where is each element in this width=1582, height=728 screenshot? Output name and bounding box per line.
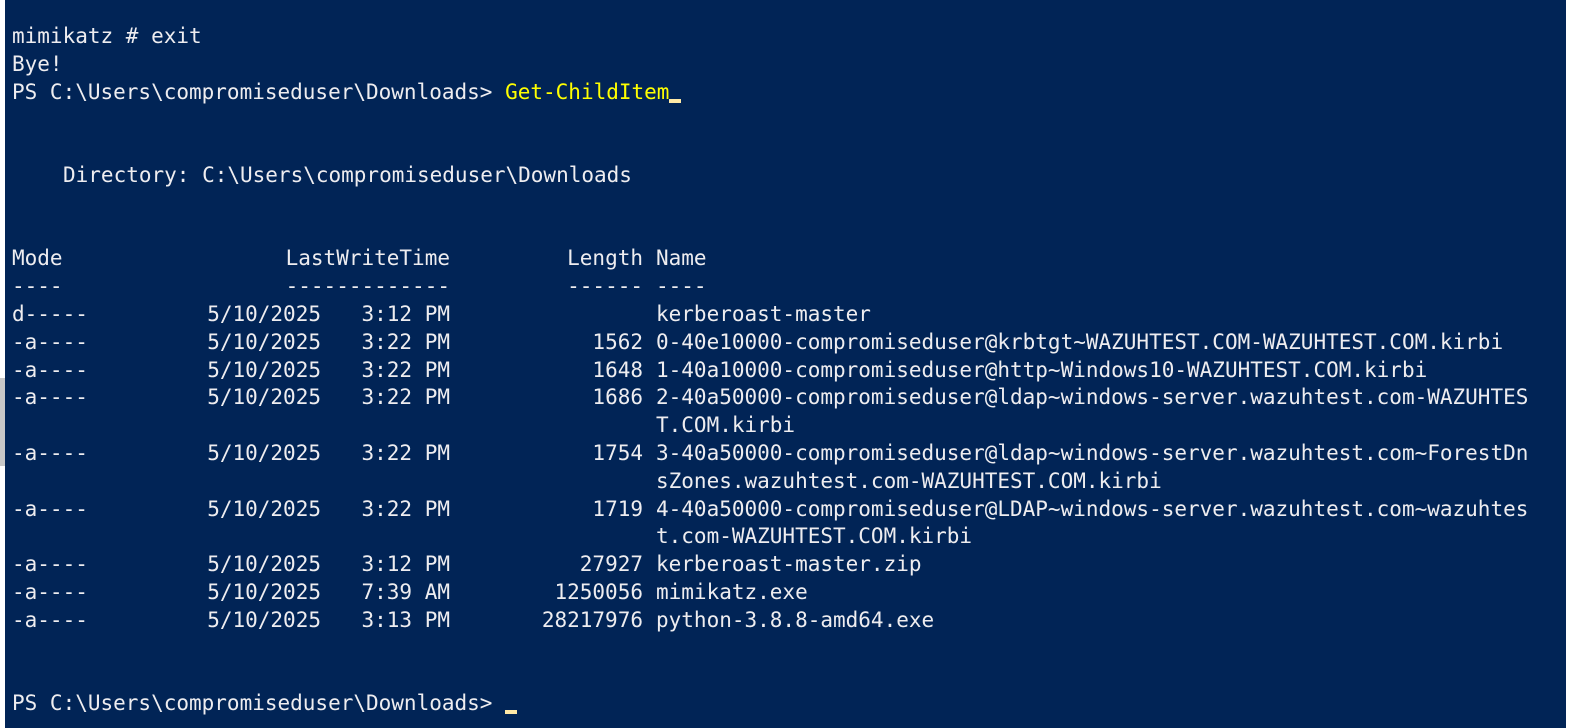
table-row: -a---- 5/10/2025 3:13 PM 28217976 python-3.8… [12,607,1562,635]
underline-mode: ---- [12,274,63,299]
cell-mode: -a---- [12,607,88,632]
cell-name: python-3.8.8-amd64.exe [656,607,935,632]
table-row-continuation: T.COM.kirbi [12,412,1562,440]
cell-length: 1754 [592,440,643,465]
cell-name-wrap: sZones.wazuhtest.com-WAZUHTEST.COM.kirbi [656,468,1162,493]
table-row-continuation: t.com-WAZUHTEST.COM.kirbi [12,523,1562,551]
command-line: PS C:\Users\compromiseduser\Downloads> G… [12,79,1562,107]
header-lastwritetime: LastWriteTime [285,246,450,271]
cell-date: 5/10/2025 [207,440,321,465]
directory-label: Directory: C:\Users\compromiseduser\Down… [63,162,632,187]
table-row: -a---- 5/10/2025 3:22 PM 1719 4-40a50000-com… [12,496,1562,524]
cell-length: 1250056 [554,579,643,604]
table-row-continuation: sZones.wazuhtest.com-WAZUHTEST.COM.kirbi [12,468,1562,496]
left-window-edge [0,0,5,728]
cell-mode: -a---- [12,579,88,604]
cell-date: 5/10/2025 [207,301,321,326]
left-scroll-marker [0,378,5,466]
prompt: PS C:\Users\compromiseduser\Downloads> [12,691,493,716]
powershell-console[interactable]: mimikatz # exit Bye! PS C:\Users\comprom… [12,23,1562,723]
cell-mode: -a---- [12,357,88,382]
cell-length: 27927 [579,552,643,577]
table-row: d----- 5/10/2025 3:12 PM kerberoast-master [12,301,1562,329]
cell-name: 3-40a50000-compromiseduser@ldap~windows-… [656,440,1529,465]
cell-name: kerberoast-master [656,301,871,326]
underline-name: ---- [656,274,707,299]
cell-time: 3:22 PM [361,385,450,410]
cell-name: 4-40a50000-compromiseduser@LDAP~windows-… [656,496,1529,521]
cell-time: 3:22 PM [361,329,450,354]
cell-name: 2-40a50000-compromiseduser@ldap~windows-… [656,385,1529,410]
cell-mode: -a---- [12,329,88,354]
table-row: -a---- 5/10/2025 3:22 PM 1648 1-40a10000-com… [12,357,1562,385]
prompt: PS C:\Users\compromiseduser\Downloads> [12,79,493,104]
cell-date: 5/10/2025 [207,607,321,632]
cell-date: 5/10/2025 [207,496,321,521]
cell-time: 3:13 PM [361,607,450,632]
cell-mode: -a---- [12,496,88,521]
file-listing: d----- 5/10/2025 3:12 PM kerberoast-master -… [12,301,1562,635]
cell-time: 3:12 PM [361,301,450,326]
table-row: -a---- 5/10/2025 3:12 PM 27927 kerberoast-ma… [12,551,1562,579]
table-header-underline: ---- ------------- ------ ---- [12,273,1562,301]
cell-mode: -a---- [12,385,88,410]
prompt-line: PS C:\Users\compromiseduser\Downloads> [12,690,1562,718]
cell-name-wrap: T.COM.kirbi [656,413,796,438]
cell-time: 3:12 PM [361,552,450,577]
cell-time: 3:22 PM [361,440,450,465]
cell-time: 3:22 PM [361,496,450,521]
table-row: -a---- 5/10/2025 3:22 PM 1562 0-40e10000-com… [12,329,1562,357]
command-text: Get-ChildItem [505,79,670,104]
cell-time: 7:39 AM [361,579,450,604]
cell-date: 5/10/2025 [207,329,321,354]
cell-mode: -a---- [12,552,88,577]
directory-line: Directory: C:\Users\compromiseduser\Down… [12,162,1562,190]
cursor-icon [669,98,682,103]
underline-lastwritetime: ------------- [285,274,450,299]
cell-mode: -a---- [12,440,88,465]
right-window-edge [1566,0,1582,728]
header-name: Name [656,246,707,271]
table-header: Mode LastWriteTime Length Name [12,245,1562,273]
cell-length: 28217976 [541,607,643,632]
cell-date: 5/10/2025 [207,385,321,410]
cell-time: 3:22 PM [361,357,450,382]
cell-mode: d----- [12,301,88,326]
table-row: -a---- 5/10/2025 3:22 PM 1754 3-40a50000-com… [12,440,1562,468]
underline-length: ------ [567,274,643,299]
cell-date: 5/10/2025 [207,579,321,604]
cursor-icon [505,710,518,715]
table-row: -a---- 5/10/2025 3:22 PM 1686 2-40a50000-com… [12,384,1562,412]
cell-length: 1648 [592,357,643,382]
cell-length: 1562 [592,329,643,354]
cell-name-wrap: t.com-WAZUHTEST.COM.kirbi [656,524,973,549]
output-line: Bye! [12,51,63,76]
cell-name: 1-40a10000-compromiseduser@http~Windows1… [656,357,1428,382]
header-mode: Mode [12,246,63,271]
cell-name: kerberoast-master.zip [656,552,922,577]
cell-date: 5/10/2025 [207,357,321,382]
table-row: -a---- 5/10/2025 7:39 AM 1250056 mimikatz.ex… [12,579,1562,607]
cell-date: 5/10/2025 [207,552,321,577]
cell-length: 1719 [592,496,643,521]
cell-name: 0-40e10000-compromiseduser@krbtgt~WAZUHT… [656,329,1504,354]
cell-name: mimikatz.exe [656,579,808,604]
output-line: mimikatz # exit [12,24,202,48]
cell-length: 1686 [592,385,643,410]
header-length: Length [567,246,643,271]
